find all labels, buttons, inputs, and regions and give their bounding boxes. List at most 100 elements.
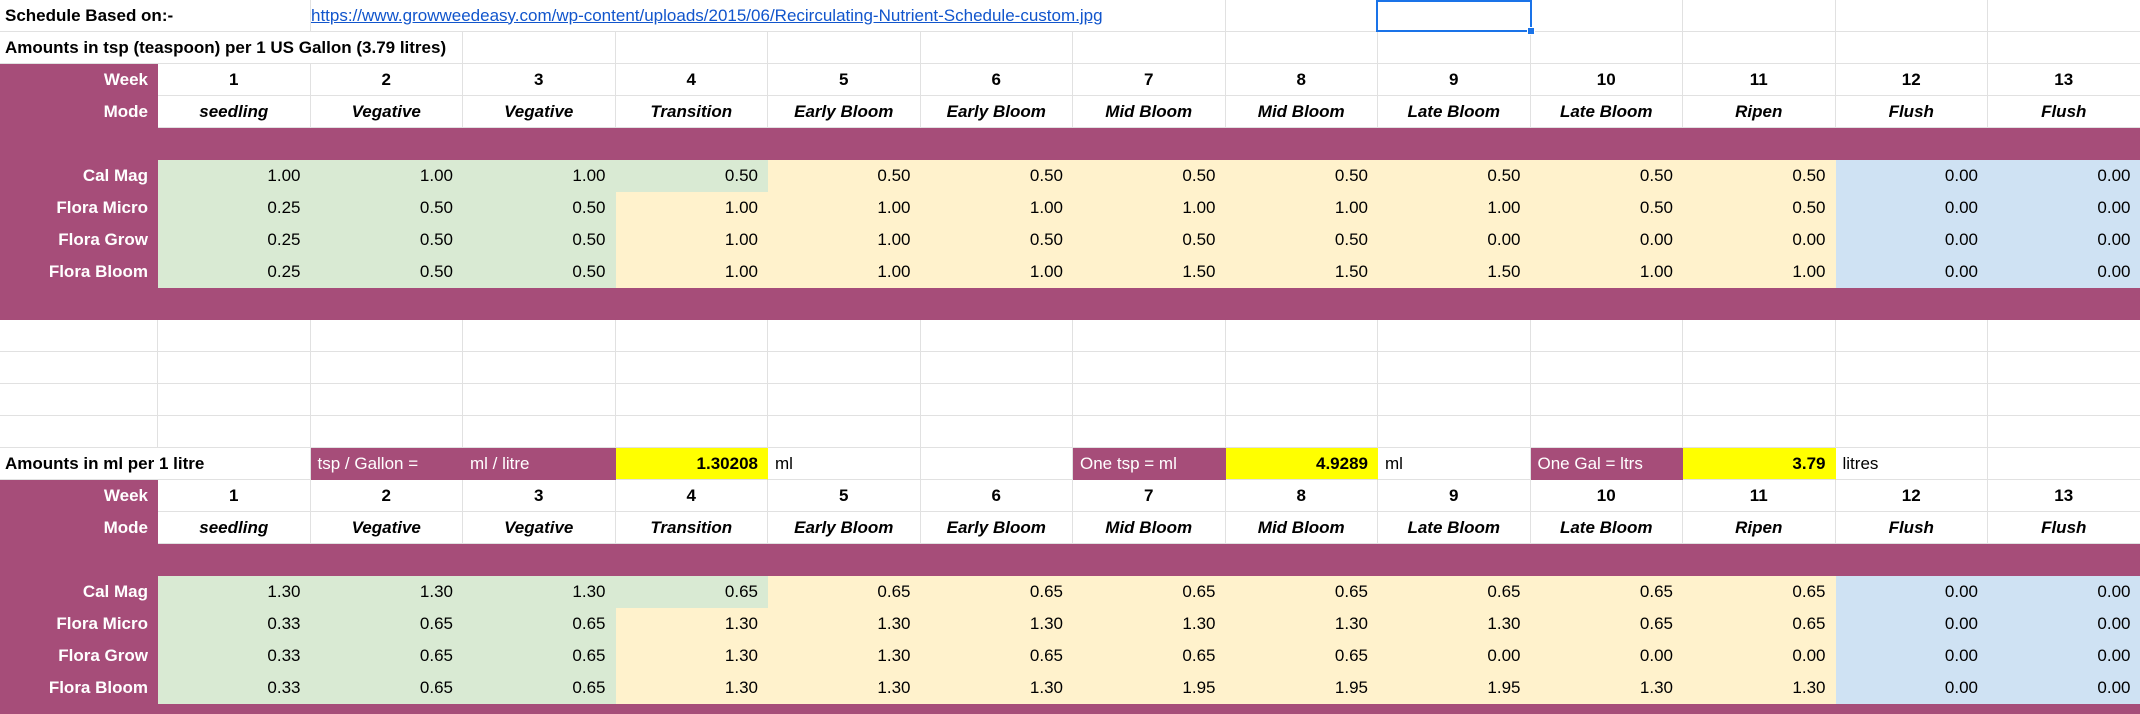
empty-cell[interactable] [1988, 352, 2140, 384]
value-cell[interactable]: 0.00 [1988, 640, 2140, 672]
ml-unit-cell[interactable]: ml [768, 448, 921, 480]
value-cell[interactable]: 1.95 [1073, 672, 1226, 704]
week-cell[interactable]: 11 [1683, 64, 1836, 96]
week-cell[interactable]: 13 [1988, 480, 2140, 512]
value-cell[interactable]: 0.50 [1226, 224, 1379, 256]
value-cell[interactable]: 0.65 [463, 640, 616, 672]
empty-cell[interactable] [1683, 416, 1836, 448]
value-cell[interactable]: 0.50 [1073, 224, 1226, 256]
value-cell[interactable]: 1.30 [1531, 672, 1684, 704]
selection-fill-handle[interactable] [1527, 27, 1535, 35]
empty-cell[interactable] [0, 352, 158, 384]
value-cell[interactable]: 0.50 [311, 256, 464, 288]
value-cell[interactable]: 0.25 [158, 224, 311, 256]
value-cell[interactable]: 0.00 [1836, 576, 1989, 608]
value-cell[interactable]: 1.95 [1378, 672, 1531, 704]
empty-cell[interactable] [921, 448, 1074, 480]
empty-cell[interactable] [158, 384, 311, 416]
empty-cell[interactable] [1988, 320, 2140, 352]
mode-cell[interactable]: Vegative [311, 512, 464, 544]
value-cell[interactable]: 0.50 [1073, 160, 1226, 192]
empty-cell[interactable] [921, 352, 1074, 384]
litres-unit-cell[interactable]: litres [1836, 448, 1989, 480]
value-cell[interactable]: 0.50 [463, 192, 616, 224]
empty-cell[interactable] [1531, 384, 1684, 416]
week-cell[interactable]: 13 [1988, 64, 2140, 96]
mode-cell[interactable]: Late Bloom [1378, 96, 1531, 128]
week-row-label[interactable]: Week [0, 480, 158, 512]
value-cell[interactable]: 0.50 [1683, 192, 1836, 224]
value-cell[interactable]: 0.00 [1836, 672, 1989, 704]
empty-cell[interactable] [158, 416, 311, 448]
week-cell[interactable]: 1 [158, 480, 311, 512]
value-cell[interactable]: 0.50 [616, 160, 769, 192]
value-cell[interactable]: 0.00 [1836, 160, 1989, 192]
value-cell[interactable]: 0.33 [158, 672, 311, 704]
week-cell[interactable]: 3 [463, 480, 616, 512]
ml-per-litre-value-cell[interactable]: 1.30208 [616, 448, 769, 480]
empty-cell[interactable] [158, 320, 311, 352]
value-cell[interactable]: 0.00 [1683, 224, 1836, 256]
empty-cell[interactable] [1683, 384, 1836, 416]
schedule-url-link[interactable]: https://www.growweedeasy.com/wp-content/… [311, 0, 1117, 31]
empty-cell[interactable] [921, 384, 1074, 416]
mode-cell[interactable]: Early Bloom [921, 512, 1074, 544]
mode-cell[interactable]: Late Bloom [1531, 512, 1684, 544]
week-cell[interactable]: 6 [921, 64, 1074, 96]
value-cell[interactable]: 1.30 [616, 672, 769, 704]
week-cell[interactable]: 4 [616, 64, 769, 96]
empty-cell[interactable] [311, 320, 464, 352]
value-cell[interactable]: 1.00 [921, 192, 1074, 224]
value-cell[interactable]: 0.65 [616, 576, 769, 608]
week-cell[interactable]: 12 [1836, 480, 1989, 512]
value-cell[interactable]: 0.65 [463, 608, 616, 640]
value-cell[interactable]: 1.30 [311, 576, 464, 608]
nutrient-label[interactable]: Flora Micro [0, 192, 158, 224]
value-cell[interactable]: 0.00 [1531, 640, 1684, 672]
separator-row[interactable] [0, 544, 2140, 576]
empty-cell[interactable] [1073, 384, 1226, 416]
empty-cell[interactable] [1836, 384, 1989, 416]
value-cell[interactable]: 0.00 [1988, 672, 2140, 704]
empty-cell[interactable] [1531, 0, 1684, 32]
nutrient-label[interactable]: Flora Micro [0, 608, 158, 640]
empty-cell[interactable] [1988, 416, 2140, 448]
value-cell[interactable]: 1.00 [1378, 192, 1531, 224]
value-cell[interactable]: 0.65 [921, 640, 1074, 672]
mode-cell[interactable]: Late Bloom [1531, 96, 1684, 128]
empty-cell[interactable] [158, 352, 311, 384]
mode-row-label[interactable]: Mode [0, 512, 158, 544]
mode-cell[interactable]: Flush [1836, 96, 1989, 128]
tsp-per-gallon-label-cell[interactable]: tsp / Gallon = [311, 448, 464, 480]
empty-cell[interactable] [1836, 320, 1989, 352]
value-cell[interactable]: 1.30 [1378, 608, 1531, 640]
empty-cell[interactable] [1683, 0, 1836, 32]
value-cell[interactable]: 0.25 [158, 256, 311, 288]
mode-cell[interactable]: Vegative [311, 96, 464, 128]
value-cell[interactable]: 0.00 [1988, 192, 2140, 224]
value-cell[interactable]: 0.50 [1226, 160, 1379, 192]
week-cell[interactable]: 2 [311, 64, 464, 96]
week-cell[interactable]: 8 [1226, 64, 1379, 96]
empty-cell[interactable] [1226, 416, 1379, 448]
value-cell[interactable]: 0.50 [1531, 192, 1684, 224]
empty-cell[interactable] [616, 384, 769, 416]
empty-cell[interactable] [1378, 416, 1531, 448]
value-cell[interactable]: 0.65 [311, 608, 464, 640]
value-cell[interactable]: 0.00 [1836, 256, 1989, 288]
week-cell[interactable]: 5 [768, 480, 921, 512]
schedule-based-on-cell[interactable]: Schedule Based on:- [0, 0, 185, 31]
value-cell[interactable]: 0.65 [1683, 576, 1836, 608]
separator-row[interactable] [0, 704, 2140, 714]
empty-cell[interactable] [616, 32, 769, 64]
mode-cell[interactable]: Flush [1988, 96, 2140, 128]
empty-cell[interactable] [1531, 352, 1684, 384]
week-cell[interactable]: 12 [1836, 64, 1989, 96]
value-cell[interactable]: 0.25 [158, 192, 311, 224]
value-cell[interactable]: 0.33 [158, 640, 311, 672]
value-cell[interactable]: 0.65 [1531, 608, 1684, 640]
mode-cell[interactable]: Transition [616, 512, 769, 544]
value-cell[interactable]: 0.00 [1836, 640, 1989, 672]
week-cell[interactable]: 2 [311, 480, 464, 512]
value-cell[interactable]: 1.30 [921, 672, 1074, 704]
